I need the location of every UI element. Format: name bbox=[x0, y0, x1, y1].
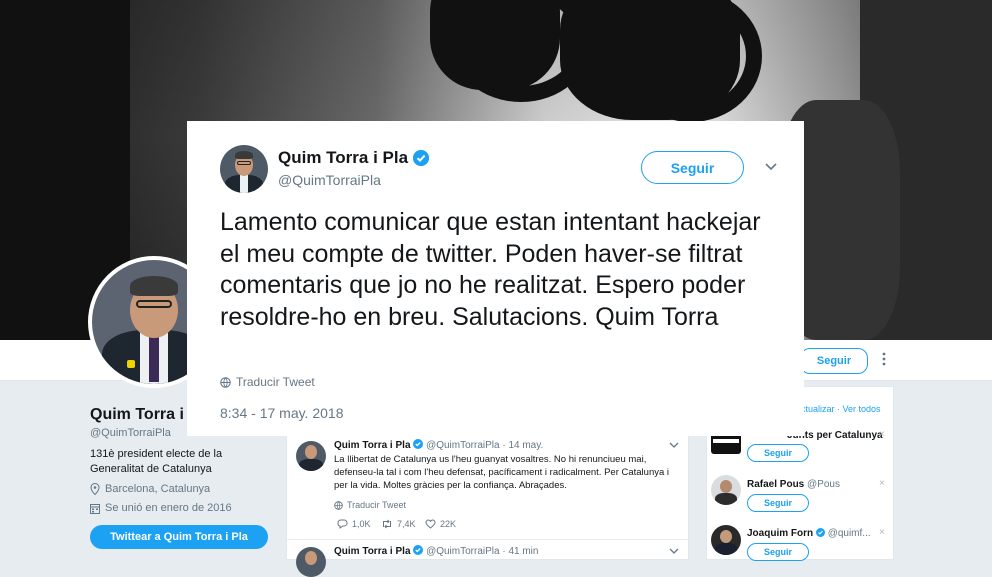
tweet-author-handle: @QuimTorraiPla bbox=[278, 172, 381, 188]
translate-tweet-label: Traducir Tweet bbox=[236, 375, 315, 389]
suggestion-follow-button[interactable]: Seguir bbox=[747, 444, 809, 462]
suggestion-follow-button[interactable]: Seguir bbox=[747, 494, 809, 512]
chevron-down-icon[interactable] bbox=[763, 158, 779, 174]
timeline: Quim Torra i Pla @QuimTorraiPla · 14 may… bbox=[286, 430, 689, 577]
reply-icon bbox=[337, 519, 348, 529]
suggestion-follow-button[interactable]: Seguir bbox=[747, 543, 809, 561]
profile-joined: Se unió en enero de 2016 bbox=[90, 502, 232, 514]
sidebar-header-links[interactable]: ctualizar · Ver todos bbox=[801, 404, 881, 414]
location-text: Barcelona, Catalunya bbox=[105, 483, 211, 495]
suggestion-handle: @quimf... bbox=[827, 528, 871, 539]
profile-name[interactable]: Quim Torra i P bbox=[90, 406, 199, 424]
globe-icon bbox=[220, 376, 231, 388]
tweet-text: Lamento comunicar que estan intentant ha… bbox=[220, 208, 761, 331]
calendar-icon bbox=[90, 503, 100, 514]
like-button[interactable]: 22K bbox=[425, 519, 469, 529]
profile-follow-button[interactable]: Seguir bbox=[800, 348, 868, 374]
chevron-down-icon[interactable] bbox=[669, 441, 679, 449]
tweet-author-name[interactable]: Quim Torra i Pla bbox=[278, 148, 430, 168]
suggestion-avatar[interactable] bbox=[711, 525, 741, 555]
timeline-avatar[interactable] bbox=[296, 547, 326, 577]
suggestion-handle: @Pous bbox=[807, 479, 840, 490]
reply-count: 1,0K bbox=[352, 519, 371, 529]
retweet-count: 7,4K bbox=[397, 519, 416, 529]
timeline-avatar[interactable] bbox=[296, 441, 326, 471]
tweet-to-button[interactable]: Twittear a Quim Torra i Pla bbox=[90, 525, 268, 549]
tweet-author-name-text: Quim Torra i Pla bbox=[278, 148, 409, 167]
translate-tweet-link[interactable]: Traducir Tweet bbox=[220, 375, 315, 389]
suggestion-name-text: Rafael Pous bbox=[747, 479, 805, 490]
retweet-button[interactable]: 7,4K bbox=[381, 519, 425, 529]
profile-location: Barcelona, Catalunya bbox=[90, 483, 210, 495]
dismiss-icon[interactable]: × bbox=[879, 478, 885, 489]
retweet-icon bbox=[383, 519, 391, 529]
timeline-tweet-handle: @QuimTorraiPla · 14 may. bbox=[426, 440, 544, 451]
timeline-tweet-author[interactable]: Quim Torra i Pla bbox=[334, 546, 411, 557]
reply-button[interactable]: 1,0K bbox=[337, 519, 381, 529]
like-count: 22K bbox=[440, 519, 457, 529]
timeline-tweet-header: Quim Torra i Pla @QuimTorraiPla · 14 may… bbox=[334, 439, 543, 451]
timeline-tweet-header: Quim Torra i Pla @QuimTorraiPla · 41 min bbox=[334, 545, 538, 557]
timeline-actions: 1,0K 7,4K 22K bbox=[337, 519, 469, 529]
suggestion-name[interactable]: Rafael Pous @Pous bbox=[747, 479, 840, 490]
tweet-author-avatar[interactable] bbox=[220, 145, 268, 193]
joined-text: Se unió en enero de 2016 bbox=[105, 502, 232, 514]
dismiss-icon[interactable]: × bbox=[879, 429, 885, 440]
follow-button[interactable]: Seguir bbox=[641, 151, 744, 184]
heart-icon bbox=[425, 519, 436, 529]
dismiss-icon[interactable]: × bbox=[879, 527, 885, 538]
verified-icon bbox=[815, 528, 825, 537]
globe-icon bbox=[334, 500, 343, 510]
timeline-tweet-handle: @QuimTorraiPla · 41 min bbox=[426, 546, 539, 557]
timeline-tweet-author[interactable]: Quim Torra i Pla bbox=[334, 440, 411, 451]
profile-bio: 131è president electe de la Generalitat … bbox=[90, 448, 223, 475]
timeline-translate-label: Traducir Tweet bbox=[347, 500, 407, 510]
suggestion-name[interactable]: Joaquim Forn @quimf... bbox=[747, 528, 871, 539]
tweet-timestamp[interactable]: 8:34 - 17 may. 2018 bbox=[220, 405, 343, 421]
suggestion-avatar[interactable] bbox=[711, 475, 741, 505]
chevron-down-icon[interactable] bbox=[669, 547, 679, 555]
verified-icon bbox=[413, 545, 424, 555]
profile-handle: @QuimTorraiPla bbox=[90, 427, 171, 439]
verified-icon bbox=[413, 439, 424, 449]
verified-icon bbox=[413, 150, 430, 166]
suggestion-name-text: Joaquim Forn bbox=[747, 528, 814, 539]
timeline-tweet-text: La llibertat de Catalunya us l'heu guany… bbox=[334, 454, 670, 491]
more-options-icon[interactable] bbox=[882, 352, 886, 368]
location-icon bbox=[90, 483, 100, 495]
timeline-translate[interactable]: Traducir Tweet bbox=[334, 500, 406, 510]
